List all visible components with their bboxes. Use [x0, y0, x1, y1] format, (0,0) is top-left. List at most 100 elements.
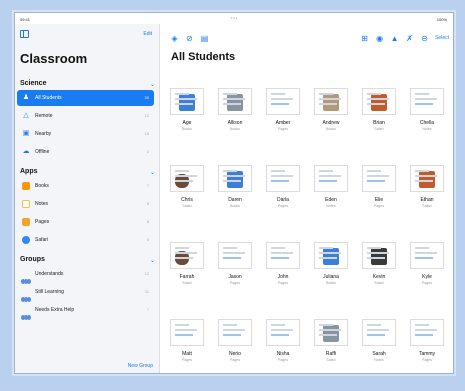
sidebar-item-remote[interactable]: △ Remote 12: [17, 108, 154, 124]
grid-icon[interactable]: ⊞: [360, 34, 369, 43]
student-tile[interactable]: Farrah Safari: [164, 242, 210, 306]
sidebar-item-pages[interactable]: Pages 8: [17, 214, 154, 230]
thumbnail-part: [271, 98, 293, 100]
student-name: Raffi: [325, 351, 337, 357]
student-tile[interactable]: Chris Safari: [164, 165, 210, 229]
student-name: Nerio: [229, 351, 241, 357]
layers-icon[interactable]: ◈: [170, 34, 179, 43]
select-button[interactable]: Select: [435, 35, 449, 41]
thumbnail-part: [415, 334, 433, 336]
pages-app-icon: [22, 218, 30, 226]
student-tile[interactable]: Amber Pages: [260, 88, 306, 152]
student-tile[interactable]: Raffi Safari: [308, 319, 354, 373]
thumbnail-part: [175, 324, 189, 326]
screen-thumbnail: [170, 319, 204, 346]
thumbnail-part: [367, 247, 381, 249]
student-tile[interactable]: Tammy Pages: [404, 319, 450, 373]
thumbnail-part: [175, 252, 197, 254]
sidebar-item-notes[interactable]: Notes 8: [17, 196, 154, 212]
sidebar-item-label: All Students: [35, 95, 62, 101]
thumbnail-part: [223, 170, 237, 172]
student-name: Allison: [227, 120, 243, 126]
sidebar: Edit Classroom Science ⌄ ♟ All Students …: [15, 24, 160, 373]
compass-icon[interactable]: ⊘: [185, 34, 194, 43]
edit-button[interactable]: Edit: [143, 31, 152, 37]
sidebar-toggle-icon[interactable]: [20, 30, 29, 38]
student-tile[interactable]: Jason Pages: [212, 242, 258, 306]
thumbnail-part: [319, 103, 337, 105]
student-name: Eden: [325, 197, 337, 203]
student-tile[interactable]: Matt Pages: [164, 319, 210, 373]
student-tile[interactable]: Kyle Pages: [404, 242, 450, 306]
student-tile[interactable]: Brian Safari: [356, 88, 402, 152]
section-science[interactable]: Science: [20, 80, 46, 87]
group-icon: [21, 307, 31, 320]
thumbnail-part: [415, 252, 437, 254]
sidebar-item-needs-extra-help[interactable]: Needs Extra Help 7: [17, 302, 154, 320]
thumbnail-part: [271, 180, 289, 182]
student-tile[interactable]: Juliana Books: [308, 242, 354, 306]
student-tile[interactable]: Daren Books: [212, 165, 258, 229]
screen-thumbnail: [410, 165, 444, 192]
thumbnail-part: [223, 247, 237, 249]
screen-thumbnail: [314, 319, 348, 346]
eye-icon[interactable]: ◉: [375, 34, 384, 43]
student-app: Books: [326, 281, 336, 285]
sidebar-item-count: 11: [144, 289, 149, 294]
student-name: Andrew: [322, 120, 340, 126]
mute-icon[interactable]: ✗: [405, 34, 414, 43]
section-apps[interactable]: Apps: [20, 168, 38, 175]
student-tile[interactable]: Age Books: [164, 88, 210, 152]
student-tile[interactable]: John Pages: [260, 242, 306, 306]
student-tile[interactable]: Kevin Safari: [356, 242, 402, 306]
multitasking-dots-icon[interactable]: •••: [231, 15, 238, 20]
sidebar-item-still-learning[interactable]: Still Learning 11: [17, 284, 154, 302]
sidebar-title: Classroom: [20, 51, 88, 66]
student-tile[interactable]: Andrew Books: [308, 88, 354, 152]
student-app: Pages: [422, 281, 432, 285]
device-lock-icon[interactable]: ▤: [200, 34, 209, 43]
sidebar-item-books[interactable]: Books 7: [17, 178, 154, 194]
student-name: Daren: [228, 197, 242, 203]
new-group-button[interactable]: New Group: [128, 363, 153, 369]
screen-thumbnail: [362, 242, 396, 269]
thumbnail-part: [319, 175, 341, 177]
student-tile[interactable]: Nerio Pages: [212, 319, 258, 373]
student-app: Pages: [230, 358, 240, 362]
section-groups[interactable]: Groups: [20, 256, 45, 263]
chevron-down-icon[interactable]: ⌄: [150, 169, 155, 176]
sidebar-item-nearby[interactable]: ▣ Nearby 18: [17, 126, 154, 142]
sidebar-item-understands[interactable]: Understands 12: [17, 266, 154, 284]
student-tile[interactable]: Darla Pages: [260, 165, 306, 229]
student-app: Pages: [374, 204, 384, 208]
sidebar-item-all-students[interactable]: ♟ All Students 30: [17, 90, 154, 106]
thumbnail-part: [415, 93, 429, 95]
minus-circle-icon[interactable]: ⊝: [420, 34, 429, 43]
student-name: Chris: [181, 197, 193, 203]
lock-icon[interactable]: ▲: [390, 34, 399, 43]
remote-icon: △: [23, 112, 29, 119]
sidebar-item-count: 12: [144, 113, 149, 118]
thumbnail-part: [367, 175, 389, 177]
student-app: Notes: [326, 204, 336, 208]
thumbnail-part: [415, 257, 433, 259]
books-app-icon: [22, 182, 30, 190]
student-tile[interactable]: Eden Notes: [308, 165, 354, 229]
sidebar-item-safari[interactable]: Safari 6: [17, 232, 154, 248]
thumbnail-part: [175, 334, 193, 336]
chevron-down-icon[interactable]: ⌄: [150, 257, 155, 264]
student-tile[interactable]: Nisha Pages: [260, 319, 306, 373]
sidebar-item-offline[interactable]: ☁ Offline 2: [17, 144, 154, 160]
student-app: Safari: [374, 281, 384, 285]
student-tile[interactable]: Sarah Notes: [356, 319, 402, 373]
screen-thumbnail: [266, 319, 300, 346]
student-tile[interactable]: Allison Books: [212, 88, 258, 152]
student-tile[interactable]: Elie Pages: [356, 165, 402, 229]
thumbnail-part: [175, 247, 189, 249]
student-tile[interactable]: Ethan Safari: [404, 165, 450, 229]
sidebar-item-label: Nearby: [35, 131, 52, 137]
chevron-down-icon[interactable]: ⌄: [150, 81, 155, 88]
student-tile[interactable]: Chella Notes: [404, 88, 450, 152]
sidebar-item-label: Offline: [35, 149, 50, 155]
screen-thumbnail: [170, 88, 204, 115]
